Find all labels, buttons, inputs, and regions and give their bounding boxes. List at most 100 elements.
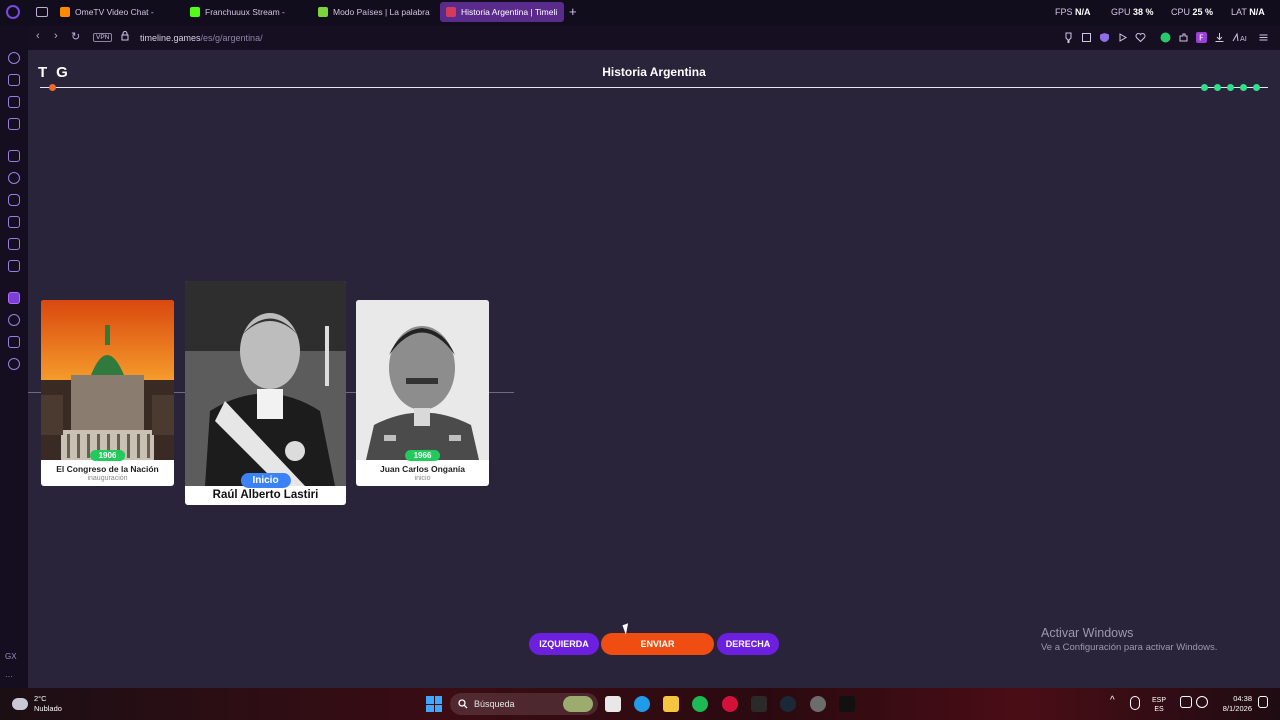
url-field[interactable]: timeline.games/es/g/argentina/ <box>140 33 263 43</box>
notification-icon[interactable] <box>1258 696 1268 708</box>
file-explorer-icon[interactable] <box>663 696 679 712</box>
opera-gx-icon[interactable] <box>722 696 738 712</box>
tab-label: Franchuuux Stream - <box>205 7 285 17</box>
sidebar-discord-icon[interactable] <box>8 260 20 272</box>
shield-icon[interactable] <box>1099 32 1110 43</box>
search-placeholder: Búsqueda <box>474 699 515 709</box>
sidebar-store-icon[interactable] <box>8 74 20 86</box>
tab-modo-paises[interactable]: Modo Países | La palabra <box>312 2 432 22</box>
extensions-icon[interactable] <box>1178 32 1189 43</box>
game-area: TG Historia Argentina 1906 El Congreso d… <box>28 50 1280 688</box>
weather-desc: Nublado <box>34 704 62 713</box>
lastiri-photo <box>185 281 346 486</box>
windows-start-icon[interactable] <box>426 696 442 712</box>
card-title: Juan Carlos Onganía <box>379 464 466 474</box>
heart-icon[interactable] <box>1135 32 1146 43</box>
address-bar-row: ‹ › ↻ VPN timeline.games/es/g/argentina/… <box>0 26 1280 50</box>
sidebar-news-icon[interactable] <box>8 96 20 108</box>
new-tab-button[interactable]: + <box>569 4 577 19</box>
sidebar-extensions-icon[interactable] <box>8 336 20 348</box>
watermark-subtitle: Ve a Configuración para activar Windows. <box>1041 642 1218 653</box>
tab-label: Modo Países | La palabra <box>333 7 430 17</box>
current-card[interactable]: Inicio Raúl Alberto Lastiri <box>185 281 346 505</box>
timeline-card-congreso[interactable]: 1906 El Congreso de la Nación inauguraci… <box>41 300 174 486</box>
vpn-badge[interactable]: VPN <box>93 33 113 42</box>
steam-icon[interactable] <box>780 696 796 712</box>
page-favicon-icon <box>318 7 328 17</box>
sidebar-messenger-icon[interactable] <box>8 118 20 130</box>
pin-icon[interactable] <box>1063 32 1074 43</box>
fps-stat: FPS N/A <box>1055 7 1091 17</box>
snapshot-icon[interactable] <box>1081 32 1092 43</box>
card-event: inicio <box>414 475 431 482</box>
menu-icon[interactable] <box>1258 32 1269 43</box>
weather-widget[interactable]: 2°C Nublado <box>12 694 62 714</box>
ongania-photo <box>356 300 489 460</box>
tab-ometv[interactable]: OmeTV Video Chat - <box>54 2 174 22</box>
sidebar-settings-icon[interactable] <box>8 358 20 370</box>
tray-overflow-icon[interactable]: ^ <box>1110 696 1115 706</box>
spotify-icon[interactable] <box>692 696 708 712</box>
right-button[interactable]: DERECHA <box>717 633 779 655</box>
ometv-favicon-icon <box>60 7 70 17</box>
tab-overview-icon[interactable] <box>36 7 48 17</box>
taskbar-clock[interactable]: 04:38 8/1/2026 <box>1210 694 1252 714</box>
kick-favicon-icon <box>190 7 200 17</box>
timeline-favicon-icon <box>446 7 456 17</box>
task-view-icon[interactable] <box>605 696 621 712</box>
current-card-badge: Inicio <box>240 473 291 488</box>
life-dot <box>1240 84 1247 91</box>
browser-tab-strip: OmeTV Video Chat - Franchuuux Stream - M… <box>0 0 1280 26</box>
sidebar-instagram-icon[interactable] <box>8 194 20 206</box>
weather-temp: 2°C <box>34 694 47 703</box>
lives-indicator <box>1201 84 1260 91</box>
microphone-icon[interactable] <box>1130 696 1140 710</box>
sidebar-favorites-icon[interactable] <box>8 292 20 304</box>
card-event: inauguración <box>87 475 128 482</box>
sidebar-tiktok-icon[interactable] <box>8 216 20 228</box>
tab-historia-argentina[interactable]: Historia Argentina | Timeli <box>440 2 564 22</box>
opera-gx-menu-icon[interactable] <box>6 5 20 19</box>
progress-track <box>40 87 1268 88</box>
sidebar-history-icon[interactable] <box>8 314 20 326</box>
extension-green-icon[interactable] <box>1160 32 1171 43</box>
tab-kick-stream[interactable]: Franchuuux Stream - <box>184 2 302 22</box>
lat-stat: LAT N/A <box>1231 7 1265 17</box>
windows-taskbar: 2°C Nublado Búsqueda ^ ESP ES 04:38 8/1/20… <box>0 688 1280 720</box>
epic-games-icon[interactable] <box>751 696 767 712</box>
cpu-stat: CPU 25 % <box>1171 7 1214 17</box>
player-icon[interactable] <box>1117 32 1128 43</box>
congreso-photo <box>41 300 174 460</box>
year-badge: 1906 <box>89 450 126 461</box>
left-button[interactable]: IZQUIERDA <box>529 633 599 655</box>
tiktok-icon[interactable] <box>839 696 855 712</box>
svg-text:F: F <box>1199 34 1204 43</box>
sidebar-x-icon[interactable] <box>8 238 20 250</box>
edge-icon[interactable] <box>634 696 650 712</box>
profile-avatar-icon[interactable]: F <box>1196 32 1207 43</box>
back-arrow-icon[interactable]: ‹ <box>36 30 40 42</box>
tab-label: OmeTV Video Chat - <box>75 7 154 17</box>
search-icon <box>458 699 468 709</box>
life-dot <box>1227 84 1234 91</box>
language-indicator[interactable]: ESP ES <box>1152 696 1166 714</box>
sidebar-whatsapp-icon[interactable] <box>8 172 20 184</box>
sidebar-more-button[interactable]: ··· <box>5 672 13 681</box>
sidebar-twitch-icon[interactable] <box>8 150 20 162</box>
search-highlight-icon[interactable] <box>563 696 593 712</box>
send-button[interactable]: ENVIAR <box>601 633 714 655</box>
forward-arrow-icon[interactable]: › <box>54 30 58 42</box>
tab-label: Historia Argentina | Timeli <box>461 7 558 17</box>
app-icon[interactable] <box>810 696 826 712</box>
ai-icon[interactable]: AI <box>1232 32 1250 43</box>
download-icon[interactable] <box>1214 32 1225 43</box>
browser-sidebar: GX ··· <box>0 26 28 688</box>
reload-icon[interactable]: ↻ <box>71 30 80 43</box>
sidebar-gx-corner-icon[interactable] <box>8 52 20 64</box>
card-title: El Congreso de la Nación <box>56 464 159 474</box>
network-icon[interactable] <box>1180 696 1192 708</box>
watermark-title: Activar Windows <box>1041 626 1134 640</box>
volume-icon[interactable] <box>1196 696 1208 708</box>
sidebar-gx-label[interactable]: GX <box>5 652 17 661</box>
timeline-card-ongania[interactable]: 1966 Juan Carlos Onganía inicio <box>356 300 489 486</box>
